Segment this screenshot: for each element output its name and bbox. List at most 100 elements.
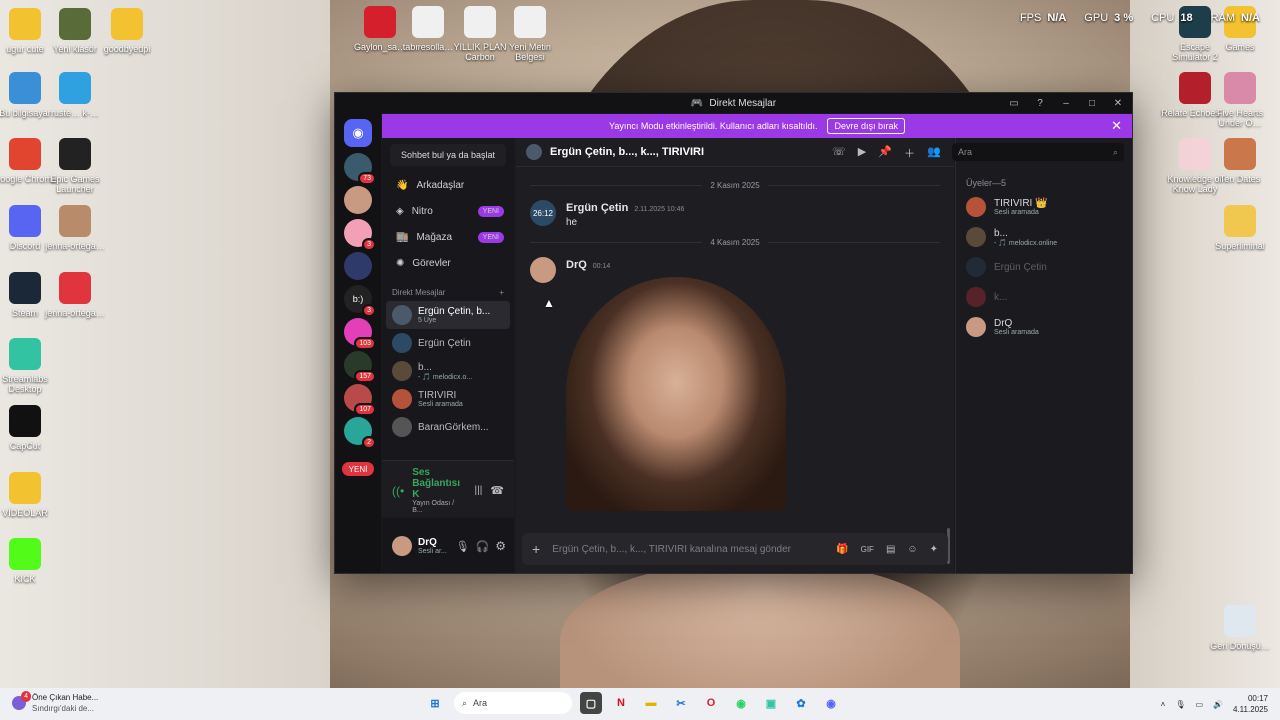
member-item[interactable]: TIRIVIRI 👑 Sesli aramada — [956, 192, 1132, 222]
attach-plus-icon[interactable]: + — [532, 541, 540, 557]
message-avatar[interactable] — [530, 257, 556, 283]
dm-item[interactable]: Ergün Çetin, b... 5 Üye — [386, 301, 510, 329]
desktop-icon-label: jenna-ortega… — [45, 241, 105, 251]
disconnect-icon[interactable]: ☎ — [490, 484, 504, 497]
member-item[interactable]: b... - 🎵 melodicx.online — [956, 222, 1132, 252]
voice-status-sub[interactable]: Yayın Odası / B... — [412, 500, 466, 514]
streamlabs-icon[interactable]: ▣ — [760, 692, 782, 714]
desktop-icon[interactable]: ruste… k-… — [40, 72, 110, 118]
emoji-icon[interactable]: ☺ — [907, 544, 917, 555]
news-widget[interactable]: 4 Öne Çıkan Habe... Sındırgı'daki de... — [12, 691, 98, 714]
dm-item[interactable]: Ergün Çetin — [382, 329, 514, 357]
message-author[interactable]: Ergün Çetin — [566, 202, 628, 214]
discord-taskbar-icon[interactable]: ◉ — [820, 692, 842, 714]
search-input[interactable]: Ara ⌕ — [952, 143, 1124, 161]
nav-item[interactable]: 👋 Arkadaşlar — [382, 172, 514, 198]
message-avatar[interactable]: 26:12 — [530, 200, 556, 226]
desktop-icon[interactable]: Five Hearts Under O… — [1205, 72, 1275, 128]
gift-icon[interactable]: 🎁 — [836, 544, 848, 555]
server-icon[interactable] — [344, 186, 372, 214]
clock[interactable]: 00:17 4.11.2025 — [1233, 693, 1268, 715]
noise-suppression-icon[interactable]: ||| — [475, 485, 483, 496]
server-icon[interactable]: 157 — [344, 351, 376, 383]
dm-item[interactable]: b... - 🎵 melodicx.o... — [382, 357, 514, 385]
desktop-icon[interactable]: CapCut — [0, 405, 60, 451]
desktop-icon[interactable]: goodbyedpi — [92, 8, 162, 54]
dm-item[interactable]: TIRIVIRI Sesli aramada — [382, 385, 514, 413]
close-button[interactable]: ✕ — [1110, 95, 1126, 111]
new-badge: YENİ — [477, 205, 504, 217]
app-settings-icon[interactable]: ✿ — [790, 692, 812, 714]
server-icon[interactable]: 103 — [344, 318, 376, 350]
server-new-badge[interactable]: YENİ — [342, 462, 374, 476]
server-icon[interactable]: 73 — [344, 153, 376, 185]
desktop-icon[interactable]: jenna-ortega… — [40, 205, 110, 251]
member-item[interactable]: Ergün Çetin — [956, 252, 1132, 282]
member-item[interactable]: k... — [956, 282, 1132, 312]
message-author[interactable]: DrQ — [566, 259, 587, 271]
network-icon[interactable]: ▭ — [1195, 700, 1203, 709]
opera-icon[interactable]: O — [700, 692, 722, 714]
maximize-button[interactable]: □ — [1084, 95, 1100, 111]
netflix-icon[interactable]: N — [610, 692, 632, 714]
desktop-icon[interactable]: VİDEOLAR — [0, 472, 60, 518]
video-call-icon[interactable]: ▶ — [858, 145, 866, 161]
member-list-icon[interactable]: 👥 — [927, 145, 941, 161]
message-image[interactable] — [566, 277, 786, 511]
search-icon: ⌕ — [1112, 146, 1118, 157]
member-item[interactable]: DrQ Sesli aramada — [956, 312, 1132, 342]
desktop-icon[interactable]: Yeni Metin Belgesi — [495, 6, 565, 62]
dm-item[interactable]: BaranGörkem... — [382, 413, 514, 441]
server-icon[interactable]: b:) 3 — [344, 285, 376, 317]
snipping-tool-icon[interactable]: ✂ — [670, 692, 692, 714]
minimize-button[interactable]: – — [1058, 95, 1074, 111]
nav-item-label: Arkadaşlar — [416, 179, 465, 191]
desktop-icon[interactable]: KICK — [0, 538, 60, 584]
headphones-icon[interactable]: 🎧 — [476, 540, 490, 553]
desktop-icon[interactable]: Ten Dates — [1205, 138, 1275, 184]
server-icon[interactable]: 3 — [344, 219, 376, 251]
task-view-icon[interactable]: ▢ — [580, 692, 602, 714]
message: DrQ 00:14 — [516, 253, 954, 515]
mic-icon[interactable]: 🎙 — [456, 540, 470, 553]
volume-icon[interactable]: 🔊 — [1213, 700, 1223, 709]
whatsapp-icon[interactable]: ◉ — [730, 692, 752, 714]
desktop-icon[interactable]: Streamlabs Desktop — [0, 338, 60, 394]
nav-item[interactable]: ◈ Nitro YENİ — [382, 198, 514, 224]
help-icon[interactable]: ? — [1032, 95, 1048, 111]
desktop-icon[interactable]: Geri Dönüşü… — [1205, 605, 1275, 651]
inbox-icon[interactable]: ▭ — [1006, 95, 1022, 111]
voice-call-icon[interactable]: ☏ — [832, 145, 846, 161]
start-icon[interactable]: ⊞ — [424, 692, 446, 714]
desktop-icon[interactable]: Epic Games Launcher — [40, 138, 110, 194]
tray-chevron-icon[interactable]: ˄ — [1161, 700, 1166, 709]
tray-mic-icon[interactable]: 🎙 — [1175, 700, 1185, 709]
pin-icon[interactable]: 📌 — [878, 145, 892, 161]
desktop-icon[interactable]: Superliminal — [1205, 205, 1275, 251]
banner-close-icon[interactable]: ✕ — [1111, 118, 1122, 134]
settings-gear-icon[interactable]: ⚙ — [495, 539, 506, 553]
nav-item[interactable]: 🏬 Mağaza YENİ — [382, 224, 514, 250]
taskbar-search[interactable]: ⌕ Ara — [454, 692, 572, 714]
find-conversation-button[interactable]: Sohbet bul ya da başlat — [390, 144, 506, 166]
mouse-cursor: ▲ — [543, 296, 555, 310]
desktop-icon-label: jenna-ortega… — [45, 308, 105, 318]
user-avatar[interactable] — [392, 536, 412, 556]
add-friend-icon[interactable]: ＋ — [904, 145, 915, 161]
sticker-icon[interactable]: ▤ — [886, 544, 895, 555]
home-button[interactable]: ◉ — [344, 119, 372, 147]
message-composer[interactable]: + Ergün Çetin, b..., k..., TIRIVIRI kana… — [522, 533, 948, 565]
gif-icon[interactable]: GIF — [861, 545, 874, 554]
file-explorer-icon[interactable]: ▬ — [640, 692, 662, 714]
desktop-app-icon — [1224, 605, 1256, 637]
apps-icon[interactable]: ✦ — [930, 544, 938, 555]
disable-streamer-button[interactable]: Devre dışı bırak — [827, 118, 905, 134]
server-icon[interactable] — [344, 252, 372, 280]
message-input[interactable]: Ergün Çetin, b..., k..., TIRIVIRI kanalı… — [552, 544, 824, 555]
server-icon[interactable]: 107 — [344, 384, 376, 416]
desktop-icon[interactable]: jenna-ortega… — [40, 272, 110, 318]
add-dm-icon[interactable]: + — [499, 288, 504, 297]
nav-item[interactable]: ✺ Görevler — [382, 250, 514, 276]
server-icon[interactable]: 2 — [344, 417, 376, 449]
voice-status-title: Ses Bağlantısı K — [412, 467, 460, 500]
